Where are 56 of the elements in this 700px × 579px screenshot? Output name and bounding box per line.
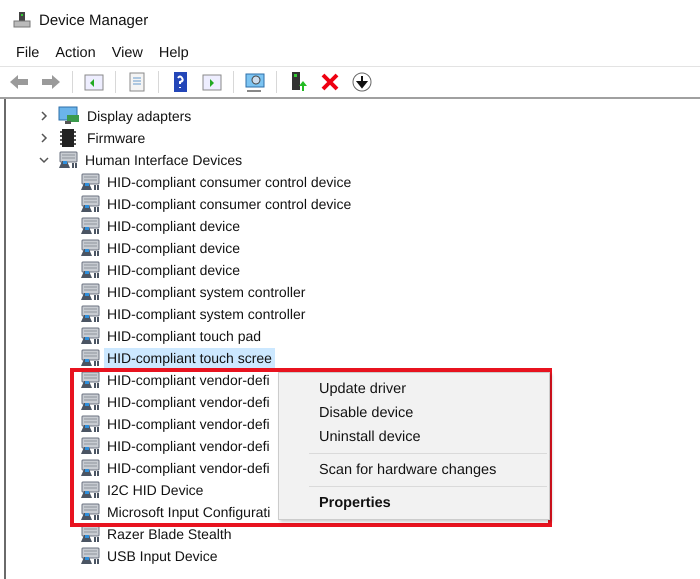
computer-icon [13, 11, 31, 29]
keyboard-device-icon [80, 459, 100, 477]
keyboard-device-icon [80, 371, 100, 389]
keyboard-device-icon [80, 173, 100, 191]
tree-item[interactable]: USB Input Device [104, 546, 220, 566]
context-menu-item[interactable]: Update driver [279, 377, 549, 401]
context-menu-item[interactable]: Uninstall device [279, 425, 549, 449]
menu-item[interactable]: File [8, 45, 48, 61]
tree-item[interactable]: HID-compliant consumer control device [104, 194, 354, 214]
context-menu-item[interactable]: Disable device [279, 401, 549, 425]
keyboard-device-icon [80, 305, 100, 323]
keyboard-device-icon [80, 547, 100, 565]
menu-item[interactable]: Action [47, 45, 104, 61]
delete-icon[interactable] [319, 71, 341, 93]
tree-item[interactable]: Microsoft Input Configurati [104, 502, 274, 522]
tree-item[interactable]: HID-compliant vendor-defi [104, 370, 273, 390]
menu-item[interactable]: Help [150, 45, 197, 61]
tree-item[interactable]: HID-compliant touch scree [104, 348, 275, 368]
tree-item[interactable]: HID-compliant vendor-defi [104, 436, 273, 456]
keyboard-device-icon [80, 217, 100, 235]
keyboard-device-icon [58, 151, 78, 169]
tree-item[interactable]: HID-compliant consumer control device [104, 172, 354, 192]
tree-item[interactable]: Razer Blade Stealth [104, 524, 235, 544]
keyboard-device-icon [80, 437, 100, 455]
keyboard-device-icon [80, 393, 100, 411]
tree-item[interactable]: HID-compliant vendor-defi [104, 414, 273, 434]
menu-item[interactable]: View [104, 45, 151, 61]
keyboard-device-icon [80, 239, 100, 257]
monitor-icon [58, 106, 80, 126]
keyboard-device-icon [80, 283, 100, 301]
tree-item[interactable]: HID-compliant system controller [104, 282, 308, 302]
tree-item[interactable]: HID-compliant touch pad [104, 326, 264, 346]
monitor-search-icon[interactable] [244, 71, 266, 93]
context-menu-item[interactable]: Scan for hardware changes [279, 458, 549, 482]
tree-item[interactable]: HID-compliant device [104, 238, 244, 258]
context-menu-item[interactable]: Properties [279, 491, 549, 515]
tree-item[interactable]: Display adapters [84, 106, 194, 126]
tree-item[interactable]: HID-compliant system controller [104, 304, 308, 324]
keyboard-device-icon [80, 525, 100, 543]
keyboard-device-icon [80, 481, 100, 499]
keyboard-device-icon [80, 349, 100, 367]
keyboard-device-icon [80, 261, 100, 279]
tree-item[interactable]: HID-compliant vendor-defi [104, 458, 273, 478]
keyboard-device-icon [80, 195, 100, 213]
tree-item[interactable]: I2C HID Device [104, 480, 206, 500]
keyboard-device-icon [80, 503, 100, 521]
tree-item[interactable]: Firmware [84, 128, 148, 148]
tree-item[interactable]: HID-compliant vendor-defi [104, 392, 273, 412]
download-icon[interactable] [351, 71, 373, 93]
window-title: Device Manager [39, 12, 148, 28]
chip-icon [58, 128, 78, 148]
tree-item[interactable]: HID-compliant device [104, 260, 244, 280]
tree-item[interactable]: HID-compliant device [104, 216, 244, 236]
keyboard-device-icon [80, 327, 100, 345]
keyboard-device-icon [80, 415, 100, 433]
tree-item[interactable]: Human Interface Devices [82, 150, 246, 170]
